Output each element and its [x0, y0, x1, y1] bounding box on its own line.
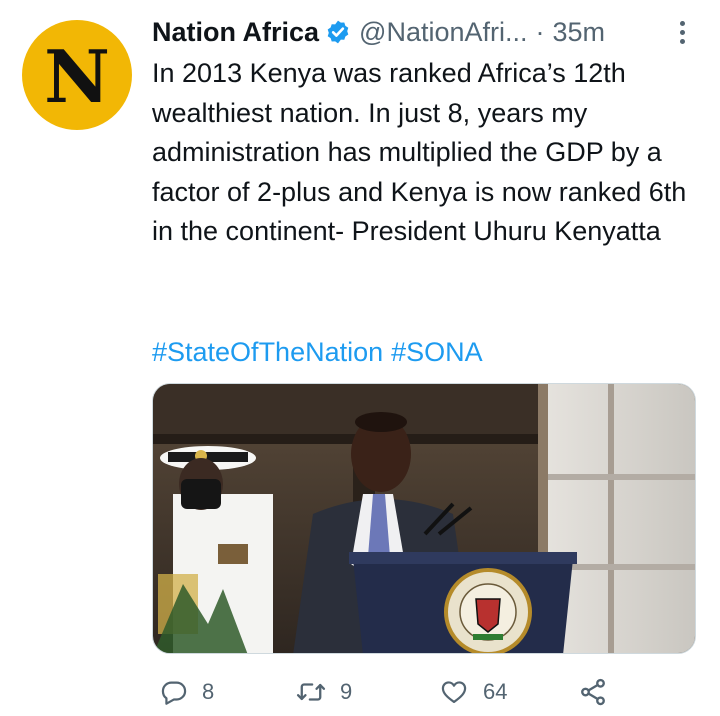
tweet-header: Nation Africa @NationAfri... · 35m: [152, 14, 692, 50]
retweet-icon: [296, 683, 326, 701]
hashtag-sona[interactable]: #SONA: [391, 337, 483, 367]
tweet-text: In 2013 Kenya was ranked Africa’s 12th w…: [152, 58, 687, 246]
share-icon: [581, 678, 605, 706]
display-name[interactable]: Nation Africa: [152, 17, 319, 48]
avatar[interactable]: N: [22, 20, 132, 130]
action-bar: 8 9 64: [152, 672, 692, 712]
photo-illustration: [153, 384, 695, 653]
like-icon: [441, 681, 467, 704]
hashtag-state-of-the-nation[interactable]: #StateOfTheNation: [152, 337, 383, 367]
reply-icon: [161, 681, 187, 705]
hashtags: #StateOfTheNation #SONA: [152, 333, 491, 372]
timestamp[interactable]: 35m: [553, 17, 606, 48]
tweet-photo[interactable]: [152, 383, 696, 654]
more-options-icon[interactable]: [672, 16, 692, 48]
reply-button[interactable]: 8: [160, 672, 214, 712]
like-count: 64: [483, 679, 508, 704]
retweet-button[interactable]: 9: [296, 672, 352, 712]
verified-badge-icon: [327, 20, 349, 44]
avatar-letter: N: [44, 34, 110, 119]
like-button[interactable]: 64: [439, 672, 507, 712]
separator-dot: ·: [535, 16, 545, 47]
retweet-count: 9: [340, 679, 353, 704]
account-handle[interactable]: @NationAfri...: [359, 17, 527, 48]
reply-count: 8: [202, 679, 215, 704]
share-button[interactable]: [578, 672, 622, 712]
